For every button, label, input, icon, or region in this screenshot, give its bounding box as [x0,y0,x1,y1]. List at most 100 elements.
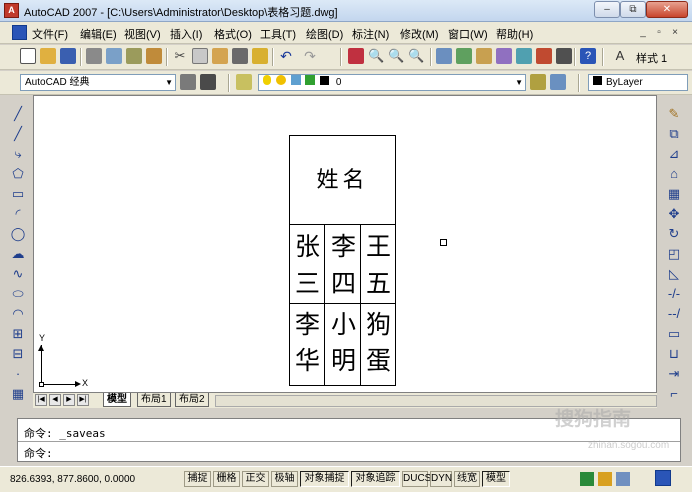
dyn-toggle[interactable]: DYN [430,471,452,487]
stretch-icon[interactable]: ◺ [666,266,682,282]
mdi-restore-button[interactable]: ▫ [652,26,666,40]
mirror-icon[interactable]: ⊿ [666,146,682,162]
lineweight-toggle[interactable]: 线宽 [454,471,480,487]
zoom-previous-icon[interactable]: 🔍 [408,48,424,64]
tab-layout1[interactable]: 布局1 [137,393,171,407]
mdi-minimize-button[interactable]: _ [636,26,650,40]
polyline-icon[interactable]: ⤷ [10,146,26,162]
command-prompt[interactable]: 命令: [24,445,53,461]
lock-icon[interactable] [598,472,612,486]
first-tab-button[interactable]: |◀ [35,394,47,406]
title-bar[interactable]: A AutoCAD 2007 - [C:\Users\Administrator… [0,0,692,22]
ducs-toggle[interactable]: DUCS [402,471,431,487]
osnap-toggle[interactable]: 对象捕捉 [300,471,349,487]
match-properties-icon[interactable] [232,48,248,64]
ortho-toggle[interactable]: 正交 [242,471,269,487]
model-toggle[interactable]: 模型 [482,471,510,487]
cut-icon[interactable]: ✂ [172,48,188,64]
plot-preview-icon[interactable] [106,48,122,64]
menu-draw[interactable]: 绘图(D) [306,26,343,42]
offset-icon[interactable]: ⌂ [666,166,682,182]
copy-object-icon[interactable]: ⧉ [666,126,682,142]
next-tab-button[interactable]: ▶ [63,394,75,406]
publish-icon[interactable] [126,48,142,64]
zoom-window-icon[interactable]: 🔍 [388,48,404,64]
menu-window[interactable]: 窗口(W) [448,26,488,42]
menu-format[interactable]: 格式(O) [214,26,252,42]
3d-dwf-icon[interactable] [146,48,162,64]
text-style-name[interactable]: 样式 1 [636,50,667,66]
circle-icon[interactable]: ◯ [10,226,26,242]
scale-icon[interactable]: ◰ [666,246,682,262]
trim-icon[interactable]: -/- [666,286,682,302]
restore-button[interactable]: ⧉ [620,1,646,18]
zoom-realtime-icon[interactable]: 🔍 [368,48,384,64]
menu-insert[interactable]: 插入(I) [170,26,202,42]
text-style-icon[interactable]: A [612,48,628,64]
snap-toggle[interactable]: 捕捉 [184,471,211,487]
break-icon[interactable]: ▭ [666,326,682,342]
previous-tab-button[interactable]: ◀ [49,394,61,406]
layer-previous-icon[interactable] [550,74,566,90]
revision-cloud-icon[interactable]: ☁ [10,246,26,262]
move-icon[interactable]: ✥ [666,206,682,222]
construction-line-icon[interactable]: ╱ [10,126,26,142]
mdi-close-button[interactable]: × [668,26,682,40]
menu-tools[interactable]: 工具(T) [260,26,296,42]
design-center-icon[interactable] [456,48,472,64]
tray-settings-icon[interactable] [616,472,630,486]
extend-icon[interactable]: --/ [666,306,682,322]
ellipse-arc-icon[interactable]: ◠ [10,306,26,322]
rectangle-icon[interactable]: ▭ [10,186,26,202]
fillet-icon[interactable]: ⌐ [666,386,682,402]
layer-manager-icon[interactable] [236,74,252,90]
array-icon[interactable]: ▦ [666,186,682,202]
plot-icon[interactable] [86,48,102,64]
drawn-table[interactable]: 姓名 张 李 王 三 四 五 李 小 狗 华 明 蛋 [289,135,396,386]
spline-icon[interactable]: ∿ [10,266,26,282]
hatch-icon[interactable]: ▦ [10,386,26,402]
last-tab-button[interactable]: ▶| [77,394,89,406]
properties-icon[interactable] [436,48,452,64]
paste-icon[interactable] [212,48,228,64]
calculator-icon[interactable] [556,48,572,64]
drawing-document-icon[interactable] [12,25,27,40]
close-button[interactable]: ✕ [646,1,688,18]
grid-toggle[interactable]: 栅格 [213,471,240,487]
menu-dimension[interactable]: 标注(N) [352,26,389,42]
block-editor-icon[interactable] [252,48,268,64]
menu-help[interactable]: 帮助(H) [496,26,533,42]
color-combo[interactable]: ByLayer [588,74,688,91]
tool-palettes-icon[interactable] [476,48,492,64]
save-icon[interactable] [60,48,76,64]
dbconnect-icon[interactable] [536,48,552,64]
copy-icon[interactable] [192,48,208,64]
help-icon[interactable]: ? [580,48,596,64]
ellipse-icon[interactable]: ⬭ [10,286,26,302]
make-current-layer-icon[interactable] [530,74,546,90]
point-icon[interactable]: · [10,366,26,382]
menu-view[interactable]: 视图(V) [124,26,161,42]
arc-icon[interactable]: ◜ [10,206,26,222]
clean-screen-icon[interactable] [655,470,671,486]
tab-layout2[interactable]: 布局2 [175,393,209,407]
pan-icon[interactable] [348,48,364,64]
menu-modify[interactable]: 修改(M) [400,26,439,42]
line-icon[interactable]: ╱ [10,106,26,122]
new-icon[interactable] [20,48,36,64]
open-icon[interactable] [40,48,56,64]
workspace-settings-icon[interactable] [180,74,196,90]
otrack-toggle[interactable]: 对象追踪 [351,471,400,487]
layer-combo[interactable]: 0 ▼ [258,74,526,91]
sheet-set-icon[interactable] [496,48,512,64]
communication-center-icon[interactable] [580,472,594,486]
join-icon[interactable]: ⊔ [666,346,682,362]
polygon-icon[interactable]: ⬠ [10,166,26,182]
my-workspace-icon[interactable] [200,74,216,90]
minimize-button[interactable]: – [594,1,620,18]
coordinate-readout[interactable]: 826.6393, 877.8600, 0.0000 [10,472,180,488]
chamfer-icon[interactable]: ⇥ [666,366,682,382]
rotate-icon[interactable]: ↻ [666,226,682,242]
insert-block-icon[interactable]: ⊞ [10,326,26,342]
workspace-combo[interactable]: AutoCAD 经典 ▼ [20,74,176,91]
